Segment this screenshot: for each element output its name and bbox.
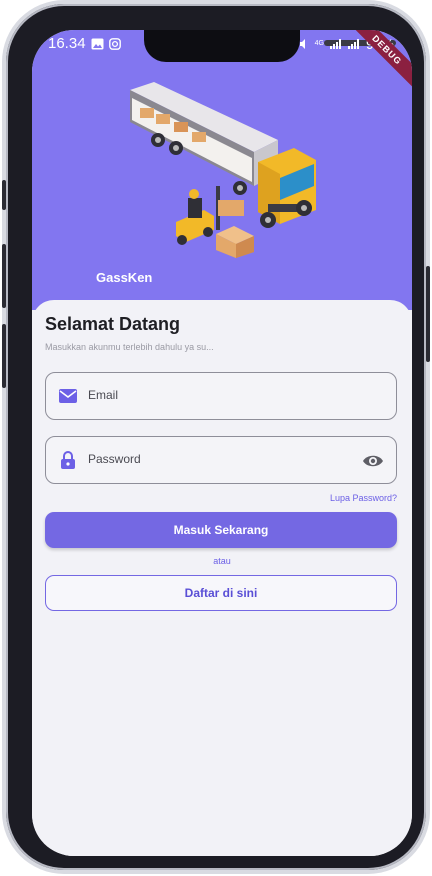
phone-frame: 16.34 4G DEBUG GassKen Selamat Datang Ma… bbox=[2, 4, 430, 870]
email-field[interactable]: Email bbox=[45, 372, 397, 420]
password-placeholder: Password bbox=[88, 452, 141, 466]
register-button[interactable]: Daftar di sini bbox=[45, 575, 397, 611]
hero-header: 16.34 4G DEBUG GassKen bbox=[32, 30, 412, 310]
page-subtitle: Masukkan akunmu terlebih dahulu ya su... bbox=[45, 342, 214, 352]
eye-icon[interactable] bbox=[362, 451, 384, 471]
volume-up-button bbox=[2, 244, 6, 308]
mail-icon bbox=[59, 389, 77, 403]
phone-screen: 16.34 4G DEBUG GassKen Selamat Datang Ma… bbox=[32, 30, 412, 856]
instagram-icon bbox=[108, 38, 121, 50]
power-button bbox=[426, 266, 430, 362]
mute-switch bbox=[2, 180, 6, 210]
volume-down-button bbox=[2, 324, 6, 388]
email-placeholder: Email bbox=[88, 388, 119, 402]
lock-icon bbox=[61, 451, 75, 469]
camera-notch bbox=[144, 30, 396, 62]
brand-name: GassKen bbox=[96, 270, 153, 285]
or-divider-text: atau bbox=[213, 556, 231, 566]
status-time: 16.34 bbox=[48, 35, 86, 52]
page-title: Selamat Datang bbox=[45, 314, 181, 334]
forgot-password-link[interactable]: Lupa Password? bbox=[330, 493, 397, 503]
login-card: Selamat Datang Masukkan akunmu terlebih … bbox=[32, 300, 412, 856]
login-button[interactable]: Masuk Sekarang bbox=[45, 512, 397, 548]
password-field[interactable]: Password bbox=[45, 436, 397, 484]
signal-icon-2 bbox=[347, 39, 359, 49]
network-type: 4G bbox=[314, 40, 324, 47]
delivery-truck-forklift-illustration bbox=[130, 82, 316, 258]
mute-icon bbox=[299, 39, 305, 49]
gallery-icon bbox=[91, 38, 104, 50]
status-bar-left: 16.34 bbox=[48, 33, 121, 55]
signal-icon bbox=[329, 39, 341, 49]
